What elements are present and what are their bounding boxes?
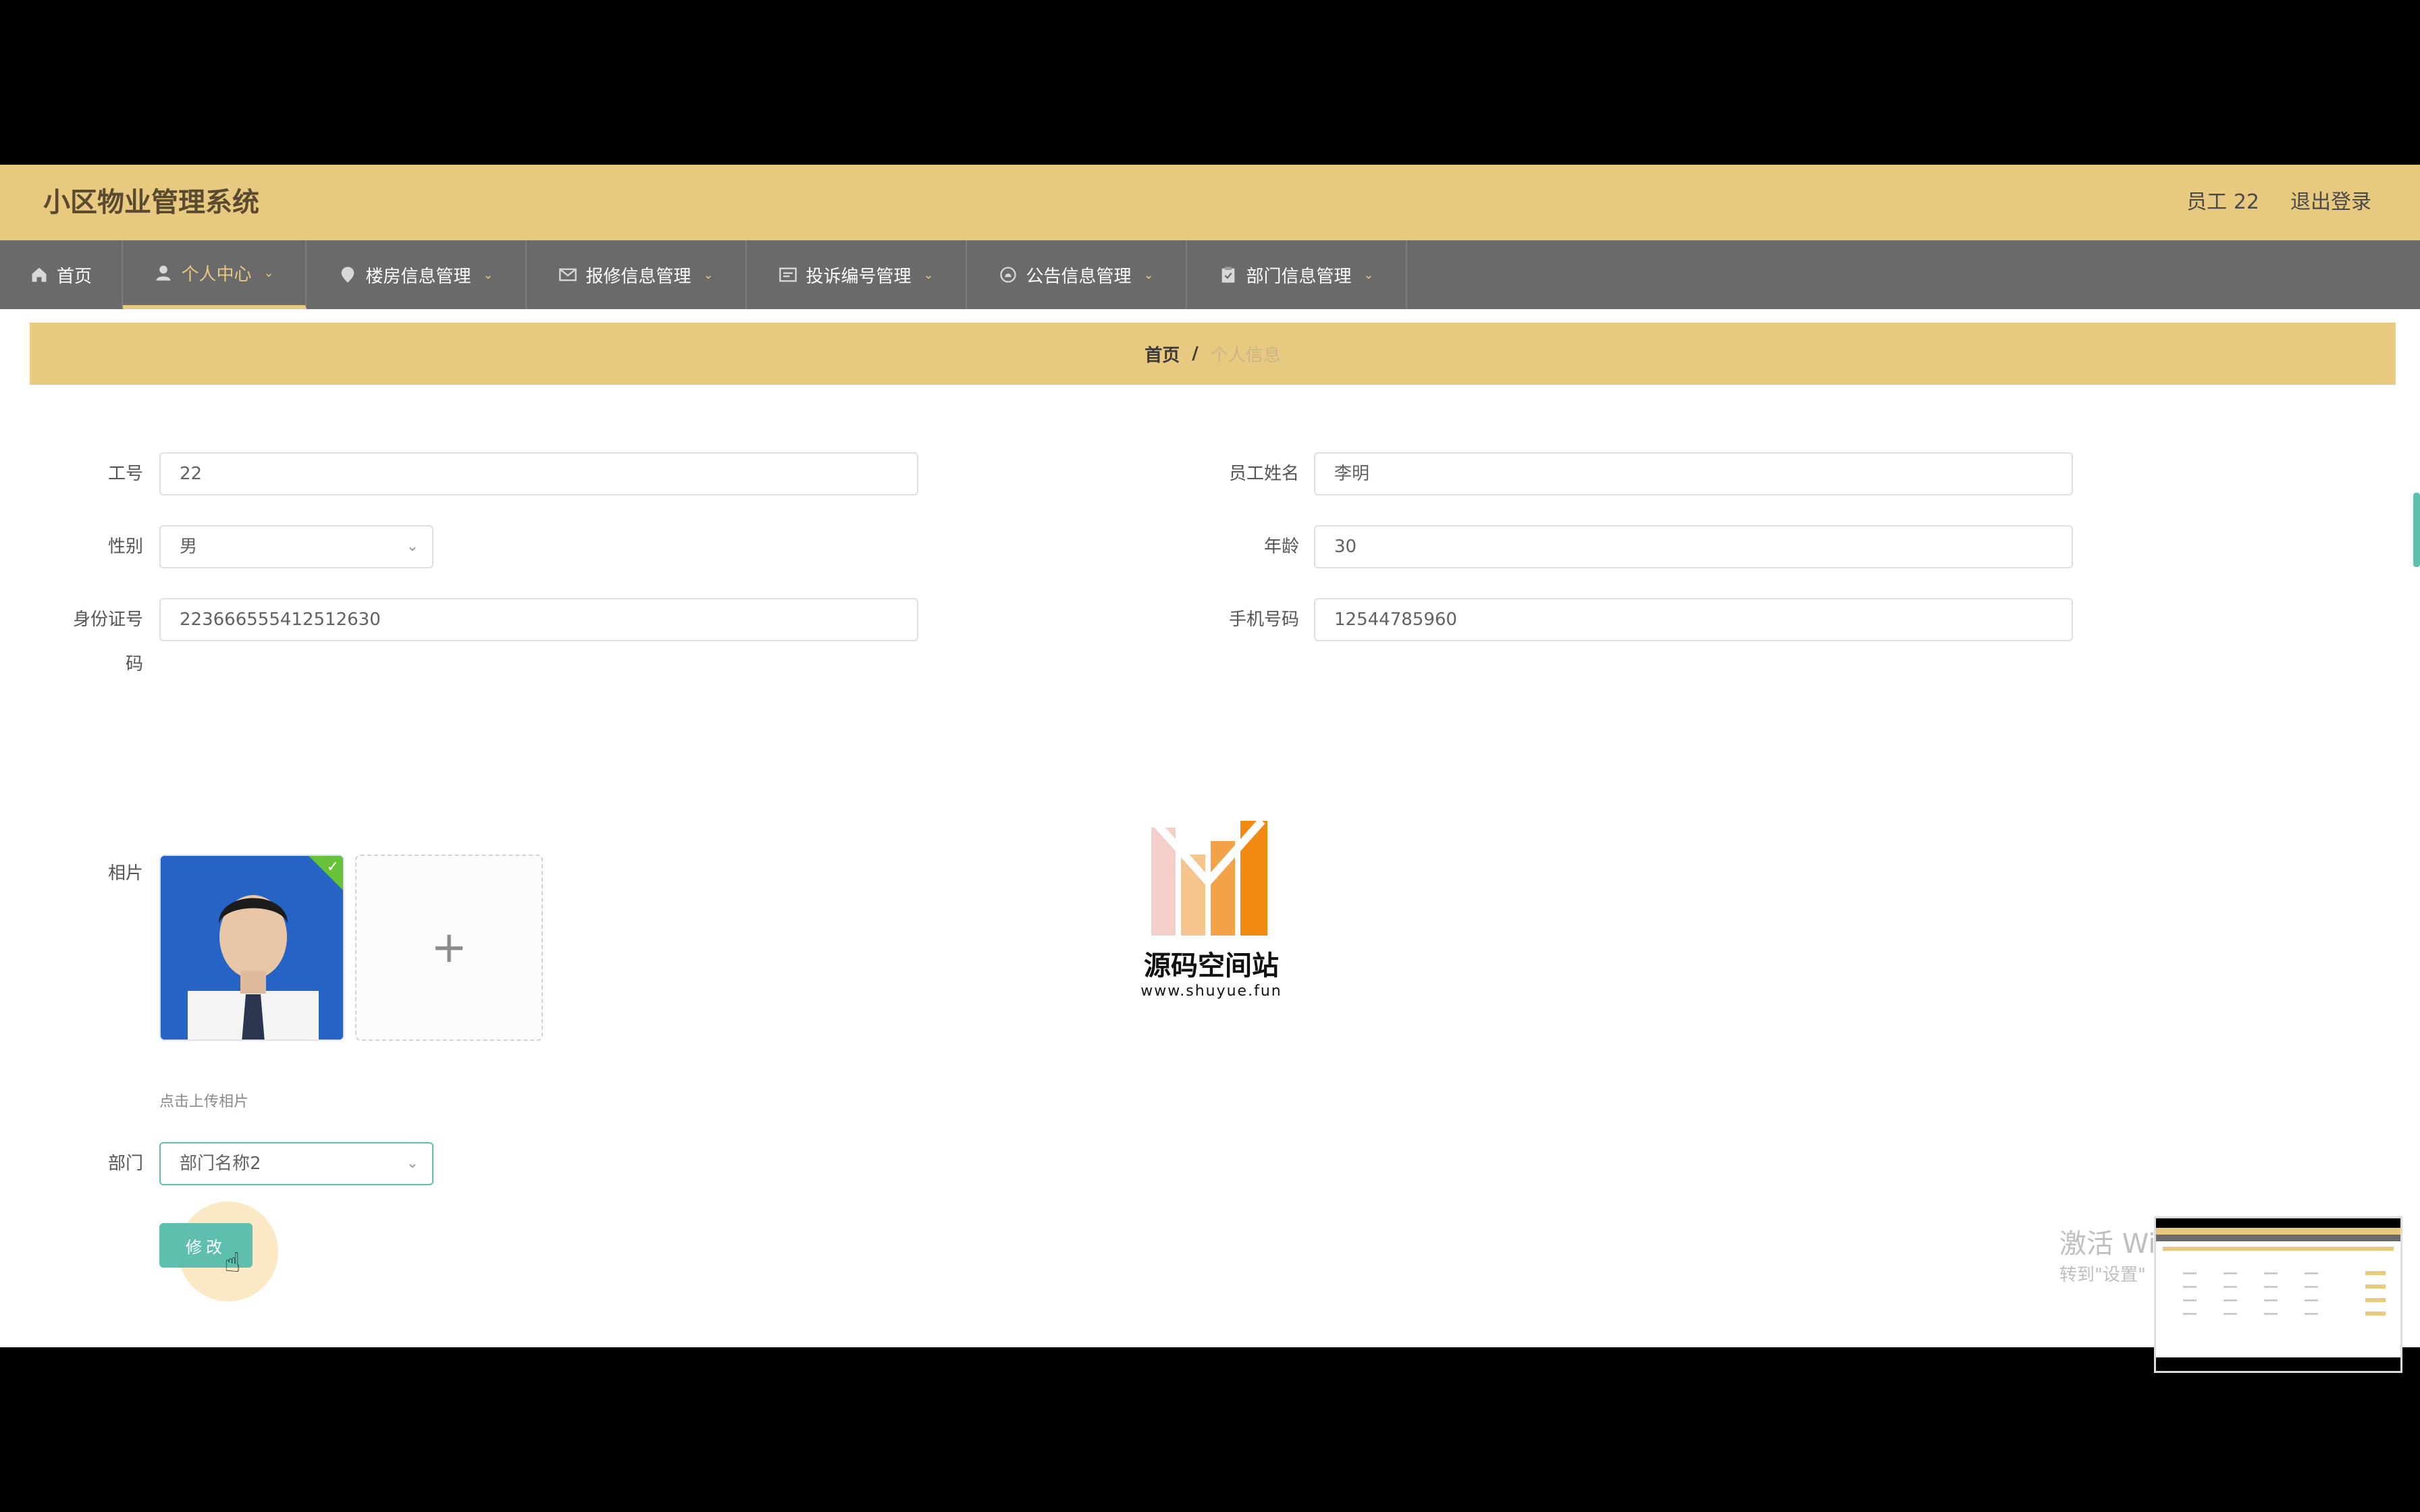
nav-notice[interactable]: 公告信息管理 ⌄ xyxy=(967,240,1187,309)
nav-label: 公告信息管理 xyxy=(1026,266,1132,287)
chevron-down-icon: ⌄ xyxy=(263,265,274,280)
user-area: 员工 22 退出登录 xyxy=(2186,185,2371,220)
video-thumbnail xyxy=(2154,1216,2402,1373)
header: 小区物业管理系统 员工 22 退出登录 xyxy=(0,165,2420,240)
name-label: 员工姓名 xyxy=(1228,464,1299,484)
nav-label: 报修信息管理 xyxy=(585,266,691,287)
user-icon xyxy=(156,265,171,281)
logout-link[interactable]: 退出登录 xyxy=(2290,185,2371,220)
chevron-down-icon: ⌄ xyxy=(406,538,419,555)
nav-personal-center[interactable]: 个人中心 ⌄ xyxy=(123,240,307,309)
watermark-title: 源码空间站 xyxy=(1144,950,1279,981)
activation-line-1: 激活 Wi xyxy=(2059,1228,2156,1260)
gender-value: 男 xyxy=(180,537,198,557)
age-input[interactable]: 30 xyxy=(1314,525,2073,568)
nav-department[interactable]: 部门信息管理 ⌄ xyxy=(1187,240,1407,309)
nav-complaint[interactable]: 投诉编号管理 ⌄ xyxy=(747,240,967,309)
nav-home[interactable]: 首页 xyxy=(0,240,123,309)
chevron-down-icon: ⌄ xyxy=(1363,267,1374,282)
nav-label: 投诉编号管理 xyxy=(806,266,912,287)
cursor-hand-icon: ☝ xyxy=(224,1247,241,1278)
clipboard-icon xyxy=(1222,267,1235,283)
dept-select[interactable]: 部门名称2 ⌄ xyxy=(159,1142,433,1185)
activation-line-2: 转到"设置" xyxy=(2059,1265,2146,1285)
breadcrumb-home[interactable]: 首页 xyxy=(1145,342,1180,367)
breadcrumb-current: 个人信息 xyxy=(1210,345,1281,366)
watermark: 源码空间站 www.shuyue.fun xyxy=(1130,818,1292,1000)
home-icon xyxy=(32,267,47,282)
user-name[interactable]: 员工 22 xyxy=(2186,185,2259,220)
chevron-down-icon: ⌄ xyxy=(703,267,714,282)
phone-label: 手机号码 xyxy=(1228,610,1299,630)
nav-label: 楼房信息管理 xyxy=(365,266,471,287)
top-nav: 首页 个人中心 ⌄ 楼房信息管理 ⌄ 报修信息管理 ⌄ 投诉编号管理 ⌄ 公告信… xyxy=(0,240,2420,309)
app-title: 小区物业管理系统 xyxy=(43,187,259,218)
nav-label: 部门信息管理 xyxy=(1246,266,1352,287)
photo-label: 相片 xyxy=(107,863,143,884)
phone-input[interactable]: 12544785960 xyxy=(1314,598,2073,641)
employee-id-input[interactable]: 22 xyxy=(159,452,918,495)
idcard-input[interactable]: 223666555412512630 xyxy=(159,598,918,641)
upload-hint: 点击上传相片 xyxy=(159,1094,249,1110)
dept-label: 部门 xyxy=(107,1154,143,1174)
nav-building-info[interactable]: 楼房信息管理 ⌄ xyxy=(307,240,527,309)
app-window: 小区物业管理系统 员工 22 退出登录 首页 个人中心 ⌄ 楼房信息管理 ⌄ 报… xyxy=(0,165,2420,1347)
gender-label: 性别 xyxy=(107,537,143,557)
scrollbar[interactable] xyxy=(2413,493,2420,567)
check-icon: ✓ xyxy=(326,859,339,875)
location-icon xyxy=(342,267,354,283)
dept-value: 部门名称2 xyxy=(180,1154,261,1174)
chevron-down-icon: ⌄ xyxy=(1143,267,1154,282)
chevron-down-icon: ⌄ xyxy=(923,267,934,282)
nav-label: 个人中心 xyxy=(181,264,252,285)
employee-id-label: 工号 xyxy=(107,464,143,484)
watermark-logo xyxy=(1151,818,1267,936)
idcard-label-wrap: 码 xyxy=(125,654,143,674)
bell-icon xyxy=(1000,267,1017,283)
age-label: 年龄 xyxy=(1263,537,1299,557)
breadcrumb-separator: / xyxy=(1192,344,1199,364)
portrait-image xyxy=(161,856,343,1040)
nav-label: 首页 xyxy=(56,266,92,287)
photo-preview[interactable]: ✓ xyxy=(159,855,344,1041)
chevron-down-icon: ⌄ xyxy=(483,267,494,282)
idcard-label: 身份证号 xyxy=(72,610,143,630)
gender-select[interactable]: 男 ⌄ xyxy=(159,525,433,568)
windows-activation-notice: 激活 Wi 转到"设置" xyxy=(2059,1222,2156,1286)
upload-photo-button[interactable]: + xyxy=(355,855,543,1041)
mail-icon xyxy=(559,268,577,281)
name-input[interactable]: 李明 xyxy=(1314,452,2073,495)
thumbnail-preview xyxy=(2156,1218,2400,1371)
nav-repair-info[interactable]: 报修信息管理 ⌄ xyxy=(527,240,747,309)
message-icon xyxy=(779,267,797,282)
chevron-down-icon: ⌄ xyxy=(406,1155,419,1172)
watermark-url: www.shuyue.fun xyxy=(1140,983,1282,1000)
breadcrumb: 首页 / 个人信息 xyxy=(30,323,2396,385)
